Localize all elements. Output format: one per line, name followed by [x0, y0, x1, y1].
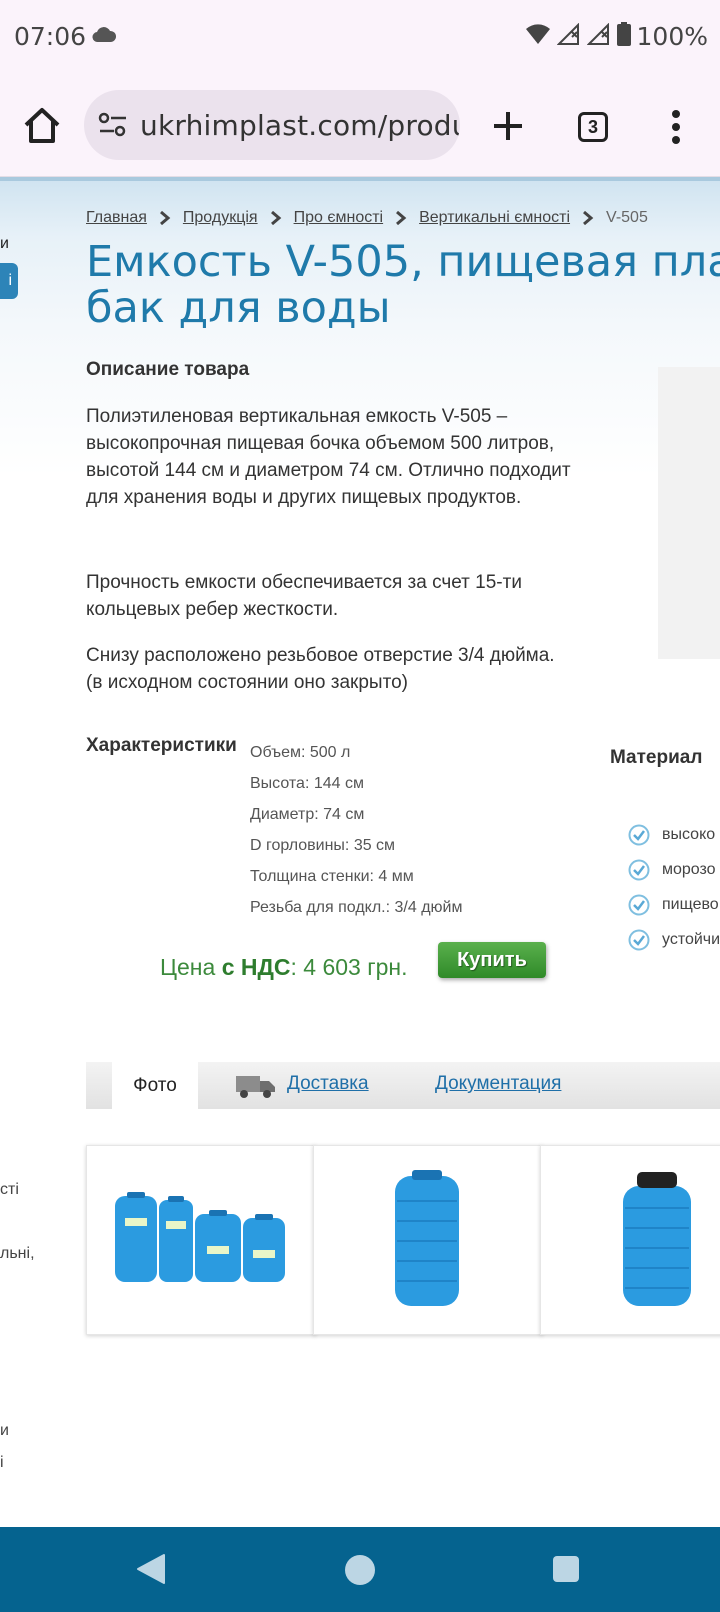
tank-image — [395, 1170, 459, 1306]
url-bar[interactable]: ukrhimplast.com/produc — [84, 90, 460, 160]
chevron-right-icon — [270, 211, 281, 225]
page-title-line-1: Емкость V-505, пищевая пластик — [86, 237, 720, 287]
tank-image — [623, 1172, 691, 1306]
check-circle-icon — [628, 859, 650, 880]
chevron-right-icon — [583, 211, 594, 225]
tab-switcher-button[interactable]: 3 — [578, 112, 608, 142]
spec-item: Высота: 144 см — [250, 775, 364, 792]
product-image-placeholder — [658, 367, 720, 659]
signal-icon-2 — [586, 22, 611, 50]
url-text[interactable]: ukrhimplast.com/produc — [140, 109, 460, 142]
status-time: 07:06 — [14, 22, 87, 51]
spec-item: D горловины: 35 см — [250, 837, 396, 854]
tank-group-image — [115, 1192, 285, 1282]
web-page: и i Главная Продукція Про ємності Вертик… — [0, 177, 720, 1527]
check-circle-icon — [628, 894, 650, 915]
signal-icon — [556, 22, 581, 50]
material-item: высоко — [628, 817, 720, 852]
back-icon[interactable] — [136, 1553, 166, 1590]
check-circle-icon — [628, 929, 650, 950]
spec-item: Резьба для подкл.: 3/4 дюйм — [250, 899, 463, 916]
spec-item: Толщина стенки: 4 мм — [250, 868, 414, 885]
spec-item: Объем: 500 л — [250, 744, 351, 761]
breadcrumb-vertical-tanks[interactable]: Вертикальні ємності — [419, 209, 570, 227]
breadcrumb-products[interactable]: Продукція — [183, 209, 258, 227]
nav-home-icon[interactable] — [345, 1555, 375, 1585]
recents-icon[interactable] — [553, 1556, 579, 1582]
material-item-label: высоко — [662, 825, 716, 843]
tab-documentation[interactable]: Документация — [435, 1073, 561, 1095]
left-edge-text: и — [0, 1422, 9, 1439]
material-item: морозо — [628, 852, 720, 887]
price-label: Цена — [160, 954, 216, 980]
material-item: устойчи — [628, 922, 720, 957]
material-item: пищево — [628, 887, 720, 922]
truck-icon — [236, 1076, 275, 1098]
material-item-label: морозо — [662, 860, 716, 878]
cloud-icon — [92, 26, 117, 49]
left-edge-text: і — [0, 1454, 4, 1471]
breadcrumb-home[interactable]: Главная — [86, 209, 147, 227]
wifi-icon — [525, 23, 551, 50]
material-list: высоко морозо пищево устойчи — [628, 817, 720, 957]
specs-list: Объем: 500 л Высота: 144 см Диаметр: 74 … — [250, 737, 462, 923]
left-edge-text: сті — [0, 1181, 19, 1198]
spec-item: Диаметр: 74 см — [250, 806, 365, 823]
tab-photo[interactable]: Фото — [112, 1062, 198, 1109]
photo-thumbnail[interactable] — [540, 1145, 720, 1335]
price-vat: с НДС — [221, 954, 291, 980]
breadcrumb-about-tanks[interactable]: Про ємності — [294, 209, 384, 227]
left-edge-button[interactable]: i — [0, 263, 18, 299]
page-title-line-2: бак для воды — [86, 283, 391, 333]
price: Цена с НДС: 4 603 грн. — [160, 954, 408, 981]
tabs-bar: Фото Доставка Документация — [86, 1062, 720, 1109]
home-icon[interactable] — [22, 106, 62, 146]
chevron-right-icon — [159, 211, 171, 225]
check-circle-icon — [628, 824, 650, 845]
specs-heading: Характеристики — [86, 735, 237, 756]
material-heading: Материал — [610, 747, 703, 768]
description-paragraph-3: Снизу расположено резьбовое отверстие 3/… — [86, 645, 555, 693]
page-title: Емкость V-505, пищевая пластик бак для в… — [86, 239, 720, 331]
overflow-menu-icon[interactable] — [664, 108, 688, 148]
material-item-label: устойчи — [662, 930, 720, 948]
left-edge-text: льні, — [0, 1245, 35, 1262]
battery-percent: 100% — [636, 22, 708, 51]
site-settings-icon[interactable] — [98, 112, 128, 143]
description-heading: Описание товара — [86, 359, 250, 380]
description-paragraph-1: Полиэтиленовая вертикальная емкость V-50… — [86, 406, 571, 508]
price-value: : 4 603 грн. — [290, 954, 408, 980]
tab-delivery[interactable]: Доставка — [287, 1073, 369, 1095]
battery-icon — [616, 22, 631, 51]
left-edge-text: и — [0, 235, 9, 252]
breadcrumb: Главная Продукція Про ємності Вертикальн… — [86, 209, 648, 227]
page-top-divider — [0, 177, 720, 181]
photo-thumbnail[interactable] — [313, 1145, 543, 1335]
status-bar: 07:06 100% — [0, 0, 720, 80]
chevron-right-icon — [396, 211, 407, 225]
browser-toolbar: ukrhimplast.com/produc 3 — [0, 80, 720, 177]
description-paragraph-2: Прочность емкости обеспечивается за счет… — [86, 572, 522, 620]
buy-button[interactable]: Купить — [438, 942, 546, 978]
photo-thumbnail[interactable] — [86, 1145, 316, 1335]
system-nav-bar — [0, 1527, 720, 1612]
breadcrumb-current: V-505 — [606, 209, 648, 226]
new-tab-icon[interactable] — [488, 106, 528, 146]
material-item-label: пищево — [662, 895, 719, 913]
